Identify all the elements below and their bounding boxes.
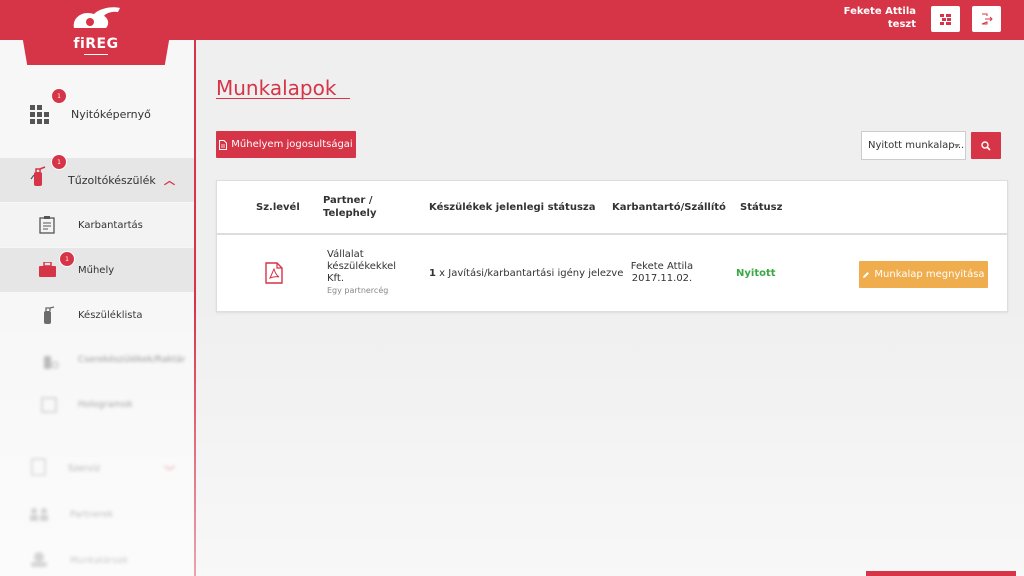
notification-badge: 1: [51, 154, 67, 170]
workshop-permissions-button[interactable]: Műhelyem jogosultságai: [216, 131, 356, 158]
fire-extinguisher-icon: [30, 166, 46, 186]
sidebar-item-label: Partnerek: [70, 510, 114, 520]
clipboard-icon: [39, 216, 55, 234]
user-role: teszt: [887, 19, 916, 30]
user-name: Fekete Attila: [843, 6, 916, 17]
device-status-cell: 1 x Javítási/karbantartási igény jelezve: [429, 268, 623, 280]
sidebar-item-extinguishers[interactable]: 1 Tűzoltókészülék ︿: [0, 154, 194, 202]
worksheet-status-filter[interactable]: Nyitott munkalap...: [861, 131, 966, 160]
partner-name-line1: Vállalat: [327, 249, 364, 260]
site-name: Egy partnercég: [327, 286, 389, 295]
worksheets-table: Sz.levél Partner / Telephely Készülékek …: [216, 180, 1008, 312]
maintainer-date: 2017.11.02.: [631, 273, 693, 284]
chevron-down-icon[interactable]: ﹀: [164, 463, 175, 479]
maintainer-name: Fekete Attila: [630, 261, 694, 272]
fire-extinguisher-logo-icon: [73, 7, 120, 28]
document-icon: [219, 139, 228, 150]
partner-name-line2: készülékekkel: [327, 261, 397, 272]
column-header-status[interactable]: Státusz: [740, 201, 782, 214]
open-worksheet-button[interactable]: Munkalap megnyitása: [859, 261, 988, 288]
column-header-partner-line2: Telephely: [323, 208, 377, 219]
sidebar-item-label: Munkatársak: [70, 556, 128, 566]
sidebar-item-maintenance[interactable]: Karbantartás: [0, 203, 194, 247]
logout-button[interactable]: [972, 6, 1001, 32]
service-document-icon: [31, 458, 46, 476]
sidebar-item-workshop[interactable]: 1 Műhely: [0, 248, 194, 292]
logo-text: fiREG: [73, 36, 119, 52]
table-header: Sz.levél Partner / Telephely Készülékek …: [217, 181, 1007, 235]
maintainer-cell: Fekete Attila 2017.11.02.: [612, 261, 712, 285]
sidebar-item-holograms[interactable]: Hologramok: [0, 383, 194, 427]
device-count: 1: [429, 268, 436, 279]
sidebar-item-label: Szerviz: [68, 464, 101, 474]
status-badge: Nyitott: [736, 268, 776, 279]
extinguisher-list-icon: [44, 306, 55, 324]
sidebar-item-label: Készüléklista: [78, 310, 143, 321]
partner-name-line3: Kft.: [327, 273, 345, 284]
device-status-text: x Javítási/karbantartási igény jelezve: [439, 268, 624, 279]
pdf-icon[interactable]: [265, 262, 283, 284]
sidebar-item-label: Karbantartás: [78, 220, 143, 231]
notification-badge: 1: [59, 251, 75, 267]
grid-switch-icon: [940, 13, 951, 25]
column-header-partner-line1: Partner /: [323, 195, 373, 206]
sidebar-item-label: Nyitóképernyő: [71, 108, 151, 121]
sidebar: 1 Nyitóképernyő 1 Tűzoltókészülék ︿ Karb…: [0, 40, 196, 576]
column-header-device-status[interactable]: Készülékek jelenlegi státusza: [429, 201, 595, 214]
switch-site-button[interactable]: [931, 6, 960, 32]
filter-selected-value: Nyitott munkalap...: [868, 140, 965, 151]
sidebar-item-replacement-devices[interactable]: Cserekészülékek/Raktár: [0, 338, 194, 382]
column-header-doc[interactable]: Sz.levél: [256, 201, 300, 214]
colleagues-icon: [31, 552, 47, 567]
sidebar-item-label: Hologramok: [78, 400, 133, 410]
pencil-icon: [863, 271, 870, 278]
column-header-maintainer[interactable]: Karbantartó/Szállító: [612, 201, 726, 214]
logo[interactable]: fiREG: [16, 0, 176, 65]
logo-underline: [84, 54, 108, 55]
page-title: Munkalapok: [216, 76, 337, 100]
toolbox-icon: [39, 262, 56, 277]
logout-icon: [981, 13, 993, 25]
partners-icon: [30, 508, 48, 521]
dashboard-grid-icon: [30, 105, 49, 124]
sidebar-item-partners[interactable]: Partnerek: [0, 493, 194, 537]
replacement-extinguisher-icon: [44, 356, 59, 369]
hologram-icon: [41, 397, 57, 413]
workshop-permissions-label: Műhelyem jogosultságai: [231, 139, 353, 150]
caret-down-icon: [954, 144, 960, 148]
sidebar-item-device-list[interactable]: Készüléklista: [0, 293, 194, 337]
user-info[interactable]: Fekete Attila teszt: [844, 5, 916, 31]
open-worksheet-label: Munkalap megnyitása: [874, 269, 985, 280]
sidebar-item-colleagues[interactable]: Munkatársak: [0, 538, 194, 576]
sidebar-item-label: Műhely: [78, 265, 115, 276]
search-button[interactable]: [971, 132, 1001, 159]
sidebar-item-label: Cserekészülékek/Raktár: [78, 355, 186, 365]
column-header-partner[interactable]: Partner / Telephely: [323, 194, 377, 220]
sidebar-item-home[interactable]: 1 Nyitóképernyő: [0, 88, 194, 140]
title-underline: [216, 98, 350, 99]
search-icon: [981, 140, 991, 151]
sidebar-item-service[interactable]: Szerviz ﹀: [0, 448, 194, 492]
partner-cell[interactable]: Vállalat készülékekkel Kft. Egy partnerc…: [327, 249, 396, 297]
notification-badge: 1: [51, 88, 67, 104]
bottom-red-bar: [866, 571, 1016, 576]
sidebar-item-label: Tűzoltókészülék: [68, 174, 156, 187]
chevron-up-icon[interactable]: ︿: [164, 172, 175, 188]
